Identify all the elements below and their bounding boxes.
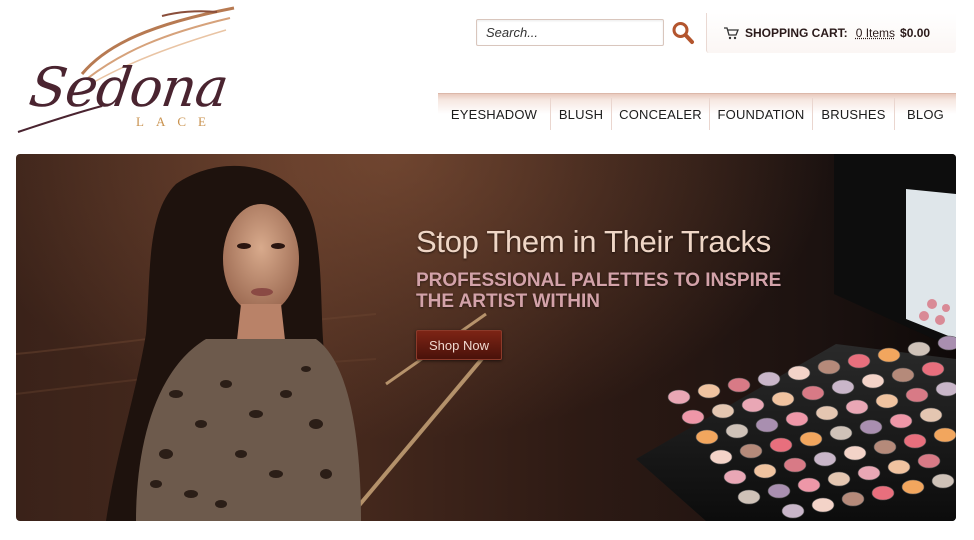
eyeshadow-pan — [859, 419, 883, 435]
eyeshadow-pan — [861, 373, 885, 389]
eyeshadow-pan — [841, 491, 865, 507]
logo-wordmark: Sedona — [25, 56, 232, 119]
logo-subtitle: LACE — [136, 114, 218, 129]
eyeshadow-pan — [931, 473, 955, 489]
eyeshadow-pan — [753, 463, 777, 479]
hero-subtitle-line-2: THE ARTIST WITHIN — [416, 291, 600, 312]
eyeshadow-pan — [887, 459, 911, 475]
eyeshadow-pan — [877, 347, 901, 363]
shopping-cart[interactable]: SHOPPING CART: 0 Items $0.00 — [706, 13, 956, 53]
eyeshadow-pan — [757, 371, 781, 387]
nav-item-foundation[interactable]: FOUNDATION — [709, 98, 812, 130]
hero-subtitle-line-1: PROFESSIONAL PALETTES TO INSPIRE — [416, 270, 782, 291]
eyeshadow-pan — [737, 489, 761, 505]
eyeshadow-pan — [817, 359, 841, 375]
eyeshadow-pan — [917, 453, 941, 469]
eyeshadow-pan — [769, 437, 793, 453]
eyeshadow-pan — [785, 411, 809, 427]
cart-total: $0.00 — [900, 26, 931, 40]
eyeshadow-pan — [711, 403, 735, 419]
search-icon — [672, 22, 694, 44]
main-nav: EYESHADOW BLUSH CONCEALER FOUNDATION BRU… — [438, 93, 956, 130]
eyeshadow-pan — [871, 485, 895, 501]
search-box — [476, 19, 664, 46]
eyeshadow-pan — [725, 423, 749, 439]
eyeshadow-pan — [771, 391, 795, 407]
shop-now-button[interactable]: Shop Now — [416, 330, 502, 360]
eyeshadow-pan — [827, 471, 851, 487]
eyeshadow-pan — [739, 443, 763, 459]
eyeshadow-pan — [767, 483, 791, 499]
eyeshadow-pan — [727, 377, 751, 393]
eyeshadow-pan — [667, 389, 691, 405]
eyeshadow-pan — [933, 427, 956, 443]
hero-subtitle: PROFESSIONAL PALETTES TO INSPIRE THE ART… — [416, 270, 816, 312]
cart-icon — [724, 27, 739, 40]
eyeshadow-pan — [935, 381, 956, 397]
hero-title: Stop Them in Their Tracks — [416, 224, 771, 259]
eyeshadow-pan — [903, 433, 927, 449]
eyeshadow-pan — [891, 367, 915, 383]
nav-item-eyeshadow[interactable]: EYESHADOW — [438, 98, 550, 130]
eyeshadow-pan — [801, 385, 825, 401]
hero-banner[interactable]: Stop Them in Their Tracks PROFESSIONAL P… — [16, 154, 956, 521]
eyeshadow-pan — [697, 383, 721, 399]
eyeshadow-pan — [857, 465, 881, 481]
eyeshadow-pan — [741, 397, 765, 413]
eyeshadow-pan — [901, 479, 925, 495]
eyeshadow-pan — [723, 469, 747, 485]
eyeshadow-pan — [787, 365, 811, 381]
eyeshadow-pan — [847, 353, 871, 369]
eyeshadow-pan — [681, 409, 705, 425]
eyeshadow-pan — [831, 379, 855, 395]
eyeshadow-pan — [937, 335, 956, 351]
cart-label: SHOPPING CART: — [745, 26, 848, 40]
cart-items-link[interactable]: 0 Items — [856, 26, 895, 40]
eyeshadow-pan — [907, 341, 931, 357]
eyeshadow-pan — [813, 451, 837, 467]
eyeshadow-pan — [921, 361, 945, 377]
eyeshadow-pan — [811, 497, 835, 513]
nav-item-brushes[interactable]: BRUSHES — [812, 98, 894, 130]
eyeshadow-pan — [919, 407, 943, 423]
nav-item-blog[interactable]: BLOG — [894, 98, 956, 130]
eyeshadow-pan — [829, 425, 853, 441]
eyeshadow-pan — [815, 405, 839, 421]
eyeshadow-pan — [695, 429, 719, 445]
search-button[interactable] — [671, 20, 695, 46]
eyeshadow-pan — [781, 503, 805, 519]
eyeshadow-pan — [797, 477, 821, 493]
eyeshadow-pan — [843, 445, 867, 461]
eyeshadow-pan — [873, 439, 897, 455]
eyeshadow-pan — [875, 393, 899, 409]
nav-item-blush[interactable]: BLUSH — [550, 98, 611, 130]
eyeshadow-pan — [799, 431, 823, 447]
eyeshadow-pan — [755, 417, 779, 433]
eyeshadow-pan — [709, 449, 733, 465]
eyeshadow-pan — [783, 457, 807, 473]
eyeshadow-pan — [845, 399, 869, 415]
eyeshadow-pan — [889, 413, 913, 429]
eyeshadow-pan — [905, 387, 929, 403]
nav-item-concealer[interactable]: CONCEALER — [611, 98, 709, 130]
logo[interactable]: Sedona LACE — [12, 4, 244, 144]
search-input[interactable] — [477, 20, 663, 45]
